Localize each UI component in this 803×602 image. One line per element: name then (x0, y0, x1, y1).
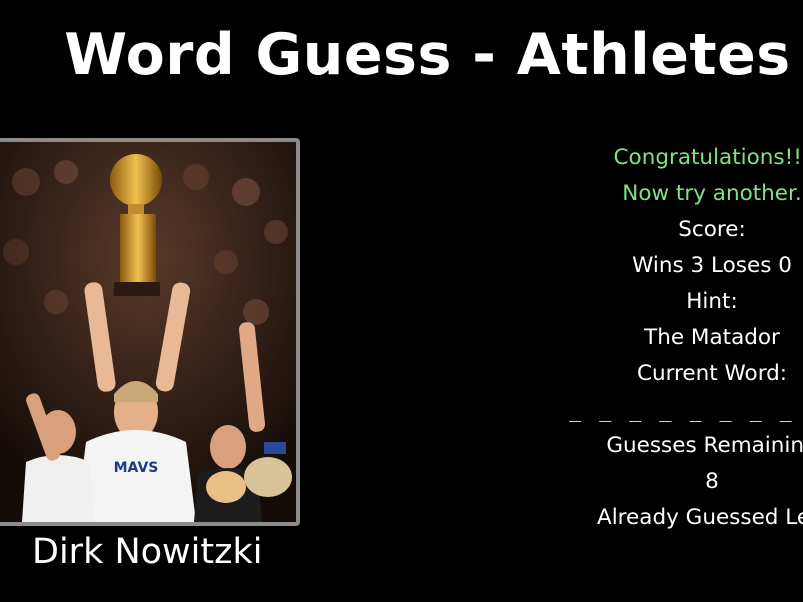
page-title: Word Guess - Athletes (64, 22, 791, 88)
current-word-label: Current Word: (636, 361, 788, 386)
guesses-remaining-value: 8 (705, 469, 719, 494)
celebration-image: MAVS (0, 142, 296, 522)
svg-text:MAVS: MAVS (114, 460, 159, 476)
word-guess-page: Word Guess - Athletes MAVS Dirk Nowitzki… (0, 0, 803, 602)
score-label: Score: (678, 217, 746, 242)
athlete-name-caption: Dirk Nowitzki (32, 532, 263, 572)
already-guessed-label: Already Guessed Lett (597, 505, 803, 530)
athlete-photo: MAVS (0, 138, 300, 526)
try-another-message: Now try another. (622, 181, 802, 206)
success-message: Congratulations!!! (613, 145, 803, 170)
guesses-remaining-label: Guesses Remaining (606, 433, 803, 458)
game-status-panel: Congratulations!!! Now try another. Scor… (560, 140, 803, 536)
hint-label: Hint: (686, 289, 738, 314)
current-word-blanks: _ _ _ _ _ _ _ _ _ _ (569, 398, 803, 422)
hint-value: The Matador (644, 325, 780, 350)
score-value: Wins 3 Loses 0 (632, 253, 792, 278)
